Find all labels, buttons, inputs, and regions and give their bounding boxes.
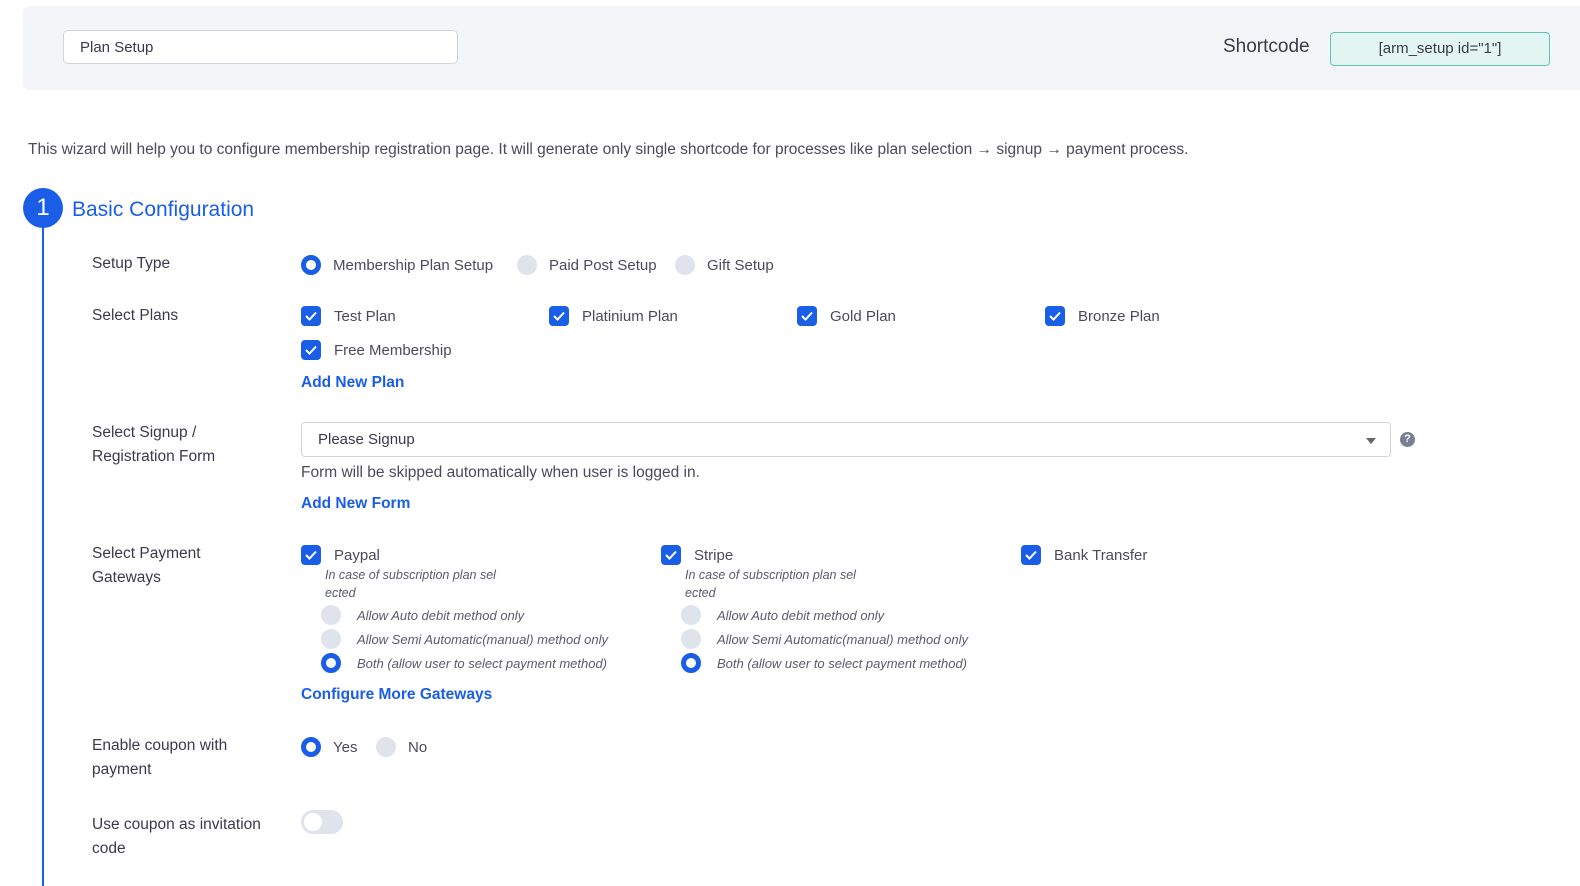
plan-checkbox-platinium[interactable]: Platinium Plan xyxy=(549,306,678,326)
checkbox-checked-icon xyxy=(549,306,569,326)
checkbox-checked-icon xyxy=(1021,545,1041,565)
note-line: In case of subscription plan sel xyxy=(685,568,856,582)
label-line: Enable coupon with xyxy=(92,737,228,754)
select-signup-label: Select Signup / Registration Form xyxy=(92,421,282,469)
checkbox-checked-icon xyxy=(797,306,817,326)
select-gateways-label: Select Payment Gateways xyxy=(92,542,282,590)
checkbox-checked-icon xyxy=(301,340,321,360)
checkbox-checked-icon xyxy=(661,545,681,565)
enable-coupon-label: Enable coupon with payment xyxy=(92,734,282,782)
label-line: Select Payment xyxy=(92,545,201,562)
radio-selected-icon xyxy=(301,255,321,275)
label-line: payment xyxy=(92,761,152,778)
label-line: Registration Form xyxy=(92,448,216,465)
radio-selected-icon xyxy=(301,737,321,757)
note-line: In case of subscription plan sel xyxy=(325,568,496,582)
setup-name-input[interactable] xyxy=(63,30,458,64)
select-plans-label: Select Plans xyxy=(92,307,179,324)
option-label: Paypal xyxy=(334,546,380,564)
option-label: Free Membership xyxy=(334,341,452,359)
option-label: Allow Semi Automatic(manual) method only xyxy=(717,631,968,647)
option-label: Paid Post Setup xyxy=(549,256,657,274)
setup-header-bar: Shortcode [arm_setup id="1"] xyxy=(23,6,1580,90)
option-label: Test Plan xyxy=(334,307,396,325)
label-line: code xyxy=(92,840,126,857)
plan-checkbox-bronze[interactable]: Bronze Plan xyxy=(1045,306,1160,326)
option-label: Membership Plan Setup xyxy=(333,256,494,274)
configure-more-gateways-link[interactable]: Configure More Gateways xyxy=(301,686,492,704)
option-label: Allow Semi Automatic(manual) method only xyxy=(357,631,608,647)
step-title: Basic Configuration xyxy=(72,198,255,221)
stripe-mode-both-radio[interactable]: Both (allow user to select payment metho… xyxy=(681,653,967,673)
gateway-checkbox-stripe[interactable]: Stripe xyxy=(661,545,733,565)
note-line: ected xyxy=(685,586,716,600)
plan-checkbox-free[interactable]: Free Membership xyxy=(301,340,452,360)
label-line: Use coupon as invitation xyxy=(92,816,261,833)
paypal-mode-manual-radio[interactable]: Allow Semi Automatic(manual) method only xyxy=(321,629,608,649)
label-line: Select Signup / xyxy=(92,424,197,441)
plan-checkbox-test[interactable]: Test Plan xyxy=(301,306,396,326)
wizard-intro-text: This wizard will help you to configure m… xyxy=(28,141,1189,158)
step-timeline-line xyxy=(42,226,44,886)
coupon-invitation-label: Use coupon as invitation code xyxy=(92,813,282,861)
shortcode-value-box[interactable]: [arm_setup id="1"] xyxy=(1330,32,1550,66)
step-number-badge: 1 xyxy=(23,188,63,228)
setup-type-paid-post-radio[interactable]: Paid Post Setup xyxy=(517,255,657,275)
toggle-knob xyxy=(304,813,322,831)
option-label: No xyxy=(408,738,428,756)
checkbox-checked-icon xyxy=(1045,306,1065,326)
radio-unselected-icon xyxy=(517,255,537,275)
option-label: Gift Setup xyxy=(707,256,774,274)
radio-unselected-icon xyxy=(376,737,396,757)
option-label: Gold Plan xyxy=(830,307,896,325)
option-label: Allow Auto debit method only xyxy=(717,607,885,623)
coupon-yes-radio[interactable]: Yes xyxy=(301,737,357,757)
question-circle-icon[interactable]: ? xyxy=(1400,432,1415,447)
label-line: Gateways xyxy=(92,569,161,586)
radio-selected-icon xyxy=(321,653,341,673)
stripe-mode-manual-radio[interactable]: Allow Semi Automatic(manual) method only xyxy=(681,629,968,649)
radio-unselected-icon xyxy=(681,629,701,649)
setup-type-label: Setup Type xyxy=(92,255,171,272)
checkbox-checked-icon xyxy=(301,545,321,565)
radio-selected-icon xyxy=(681,653,701,673)
option-label: Stripe xyxy=(694,546,734,564)
option-label: Bank Transfer xyxy=(1054,546,1148,564)
add-new-form-link[interactable]: Add New Form xyxy=(301,495,410,513)
paypal-mode-both-radio[interactable]: Both (allow user to select payment metho… xyxy=(321,653,607,673)
stripe-mode-auto-radio[interactable]: Allow Auto debit method only xyxy=(681,605,884,625)
option-label: Yes xyxy=(333,738,358,756)
shortcode-label: Shortcode xyxy=(1223,36,1310,57)
gateway-checkbox-paypal[interactable]: Paypal xyxy=(301,545,380,565)
radio-unselected-icon xyxy=(321,605,341,625)
checkbox-checked-icon xyxy=(301,306,321,326)
paypal-mode-auto-radio[interactable]: Allow Auto debit method only xyxy=(321,605,524,625)
coupon-no-radio[interactable]: No xyxy=(376,737,427,757)
note-line: ected xyxy=(325,586,356,600)
signup-hint-text: Form will be skipped automatically when … xyxy=(301,464,700,481)
option-label: Both (allow user to select payment metho… xyxy=(357,655,608,671)
radio-unselected-icon xyxy=(321,629,341,649)
option-label: Platinium Plan xyxy=(582,307,678,325)
radio-unselected-icon xyxy=(681,605,701,625)
setup-type-gift-radio[interactable]: Gift Setup xyxy=(675,255,774,275)
plan-checkbox-gold[interactable]: Gold Plan xyxy=(797,306,896,326)
option-label: Allow Auto debit method only xyxy=(357,607,525,623)
paypal-subscription-note: In case of subscription plan sel ected xyxy=(325,566,496,602)
select-value: Please Signup xyxy=(318,431,415,448)
add-new-plan-link[interactable]: Add New Plan xyxy=(301,374,404,392)
chevron-down-icon xyxy=(1366,438,1376,444)
radio-unselected-icon xyxy=(675,255,695,275)
setup-type-membership-radio[interactable]: Membership Plan Setup xyxy=(301,255,493,275)
option-label: Both (allow user to select payment metho… xyxy=(717,655,968,671)
signup-form-select[interactable]: Please Signup xyxy=(301,422,1391,457)
coupon-invitation-toggle[interactable] xyxy=(301,810,343,834)
stripe-subscription-note: In case of subscription plan sel ected xyxy=(685,566,856,602)
gateway-checkbox-bank-transfer[interactable]: Bank Transfer xyxy=(1021,545,1147,565)
option-label: Bronze Plan xyxy=(1078,307,1160,325)
